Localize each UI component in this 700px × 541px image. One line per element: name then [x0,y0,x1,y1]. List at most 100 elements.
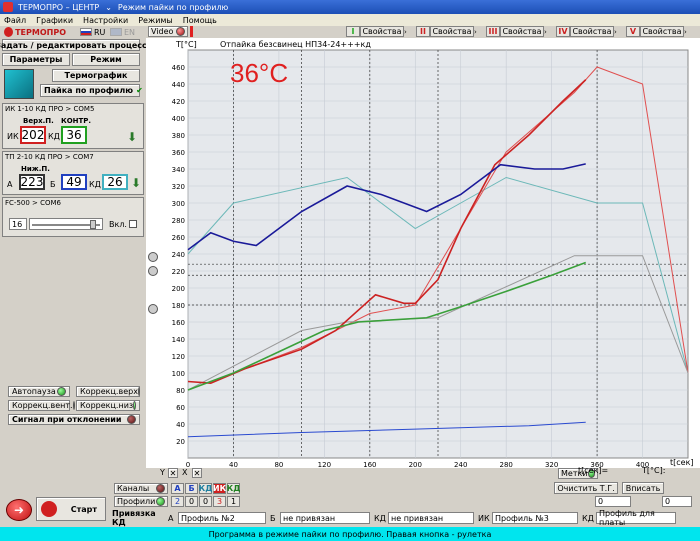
menu-help[interactable]: Помощь [183,16,217,25]
led-icon [156,497,165,506]
channels-button[interactable]: Каналы [114,483,168,494]
tp-a-value: 223 [19,174,45,190]
channel-props-button[interactable]: Свойства [570,26,614,37]
arrow-down-icon-2[interactable]: ⬇ [131,176,141,190]
binding-b-value[interactable]: не привязан [280,512,370,524]
t-c-field[interactable]: 0 [662,496,692,507]
x-close-button-2[interactable]: ✕ [192,468,202,478]
led-icon [156,484,165,493]
binding-ik-label: ИК [478,513,490,523]
channel-tab-1[interactable]: I Свойства › [346,26,414,37]
binding-b-label: Б [270,513,276,523]
menu-graphs[interactable]: Графики [36,16,73,25]
corr-top-button[interactable]: Коррекц.верх [76,386,140,397]
corr-bottom-button[interactable]: Коррекц.низ [76,400,140,411]
binding-a-value[interactable]: Профиль №2 [178,512,266,524]
tp-title: ТП 2-10 КД ПРО > COM7 [5,153,94,161]
x-button[interactable]: X [182,468,187,477]
app-icon [3,2,13,12]
check-icon: ✔ [136,86,143,95]
autopause-button[interactable]: Автопауза [8,386,70,397]
tag-b[interactable]: Б [185,483,198,494]
clear-button[interactable]: Очистить Т.Г. [554,482,618,494]
prof-num[interactable]: 2 [171,496,184,507]
ruler-icon-3[interactable] [148,304,158,314]
prof-num[interactable]: 3 [213,496,226,507]
prof-num[interactable]: 1 [227,496,240,507]
channel-num: V [626,26,640,37]
prof-num[interactable]: 0 [185,496,198,507]
chevron-right-icon[interactable]: › [614,26,622,37]
status-bar: Программа в режиме пайки по профилю. Пра… [0,527,700,541]
chart-svg[interactable]: 20 40 60 80 100 120 140 160 180 200 220 240 260 280 30… [146,38,700,469]
y-tick-label: 60 [176,404,185,412]
profile-nums: 2 0 0 3 1 [171,496,240,507]
channel-tab-2[interactable]: II Свойства › [416,26,484,37]
binding-row: Привязка КД А Профиль №2 Б не привязан К… [112,509,700,527]
y-tick-label: 340 [172,166,185,174]
big-temp: 36°C [230,58,288,88]
prof-num[interactable]: 0 [199,496,212,507]
binding-ik-value[interactable]: Профиль №3 [492,512,578,524]
start-area: ➜ Старт [2,497,110,523]
menu-file[interactable]: Файл [4,16,26,25]
fc-value[interactable]: 16 [9,218,27,230]
channel-tab-3[interactable]: III Свойства › [486,26,554,37]
binding-kd2-value[interactable]: Профиль для платы [596,509,676,527]
ruler-icon[interactable] [148,252,158,262]
lang-en[interactable]: EN [110,27,140,37]
ik-label: ИК [7,132,19,141]
params-button[interactable]: Параметры [2,53,70,66]
fc-title: FC-500 > COM6 [5,199,62,207]
channel-props-button[interactable]: Свойства [430,26,474,37]
profiles-button[interactable]: Профили [114,496,168,507]
binding-a-label: А [168,513,174,523]
arrow-right-icon[interactable]: ➜ [6,499,32,521]
chevron-right-icon[interactable]: › [544,26,552,37]
channel-props-button[interactable]: Свойства [500,26,544,37]
chevron-right-icon[interactable]: › [684,26,692,37]
channel-props-button[interactable]: Свойства [360,26,404,37]
tag-a[interactable]: А [171,483,184,494]
thermograph-button[interactable]: Термографик [52,69,140,82]
video-button[interactable]: Video [148,26,188,37]
chevron-right-icon[interactable]: › [474,26,482,37]
channel-tab-4[interactable]: IV Свойства › [556,26,624,37]
y-tick-label: 200 [172,285,185,293]
enter-button[interactable]: Вписать [622,482,664,494]
tag-kd2[interactable]: КД [227,483,240,494]
menu-modes[interactable]: Режимы [138,16,173,25]
title-bar: ТЕРМОПРО – ЦЕНТР ⌄ Режим пайки по профил… [0,0,700,14]
fc-enable[interactable]: Вкл. [109,218,143,230]
chevron-right-icon[interactable]: › [404,26,412,37]
tp-b-value: 49 [61,174,87,190]
t-sec-label: t[сек]= [578,466,609,475]
arrow-down-icon[interactable]: ⬇ [127,130,137,144]
edit-process-button[interactable]: Задать / редактировать процесс [0,39,147,51]
checkbox-icon[interactable] [128,220,137,228]
lang-ru[interactable]: RU [80,27,108,37]
logo: ТЕРМОПРО [4,26,66,38]
profile-icon[interactable] [4,69,34,99]
fc-panel: FC-500 > COM6 16 Вкл. [2,197,144,237]
t-sec-field[interactable]: 0 [595,496,631,507]
flag-en-icon [110,28,122,36]
channel-tab-5[interactable]: V Свойства › [626,26,694,37]
y-button[interactable]: Y [160,468,165,477]
signal-button[interactable]: Сигнал при отклонении [8,414,140,425]
start-button[interactable]: Старт [36,497,106,521]
x-close-button[interactable]: ✕ [168,468,178,478]
ik-panel: ИК 1-10 КД ПРО > COM5 Верх.П. КОНТР. ИК … [2,103,144,149]
y-tick-label: 100 [172,370,185,378]
mode-button[interactable]: Режим [72,53,140,66]
tag-kd[interactable]: КД [199,483,212,494]
profile-solder-button[interactable]: Пайка по профилю ✔ [40,84,143,97]
corr-vent-button[interactable]: Коррекц.вент. [8,400,75,411]
binding-kd-value[interactable]: не привязан [388,512,474,524]
tag-ik[interactable]: ИК [213,483,226,494]
y-tick-label: 120 [172,353,185,361]
menu-settings[interactable]: Настройки [83,16,128,25]
ruler-icon-2[interactable] [148,266,158,276]
channel-props-button[interactable]: Свойства [640,26,684,37]
fc-slider[interactable] [29,218,103,230]
